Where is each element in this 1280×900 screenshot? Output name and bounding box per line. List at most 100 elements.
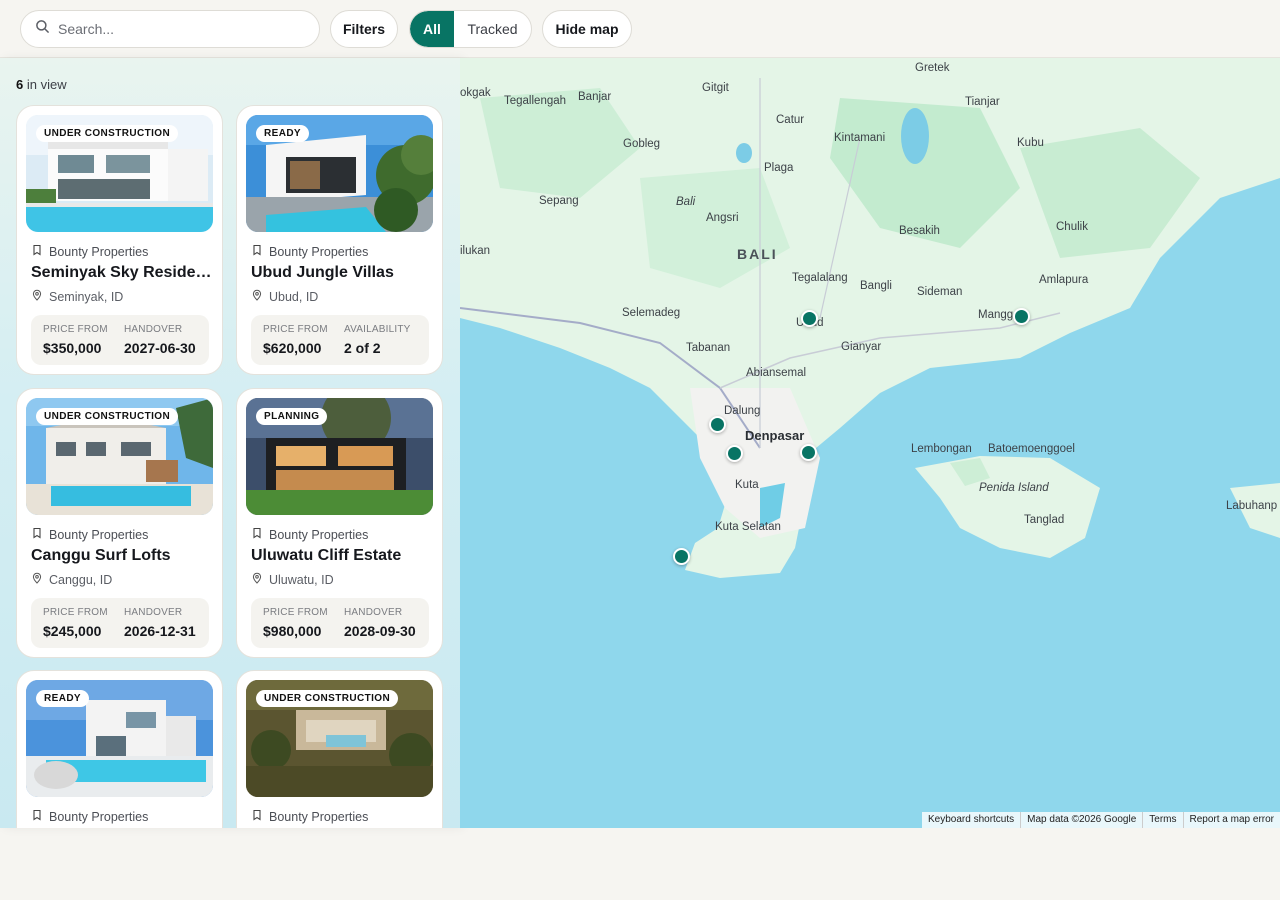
developer: Bounty Properties — [31, 527, 148, 542]
map-label: Batoemoenggoel — [988, 443, 1075, 455]
map-label: Kintamani — [834, 132, 886, 144]
location: Ubud, ID — [251, 289, 318, 304]
map-label: Catur — [776, 114, 805, 126]
bookmark-icon — [31, 809, 43, 824]
map-label: ilukan — [460, 245, 491, 257]
map-label: okgak — [460, 87, 491, 99]
developer-name: Bounty Properties — [269, 809, 369, 824]
map-label: Abiansemal — [746, 367, 807, 379]
map-base — [460, 58, 1280, 828]
map-label: Tianjar — [965, 96, 1000, 108]
map-label: Kubu — [1017, 137, 1044, 149]
map-pin-canggu[interactable] — [709, 416, 726, 433]
map-label: Gretek — [915, 62, 950, 74]
bookmark-icon — [251, 244, 263, 259]
stat-label: PRICE FROM — [263, 324, 328, 335]
map-pin-icon — [31, 572, 43, 587]
developer: Bounty Properties — [31, 244, 148, 259]
bookmark-icon — [31, 244, 43, 259]
status-badge: READY — [36, 690, 90, 707]
stat-label: HANDOVER — [124, 607, 183, 618]
map-attribution: Keyboard shortcuts Map data ©2026 Google… — [921, 812, 1280, 828]
keyboard-shortcuts-link[interactable]: Keyboard shortcuts — [922, 812, 1020, 828]
location-text: Seminyak, ID — [49, 289, 124, 304]
listing-title[interactable]: Seminyak Sky Residences — [31, 264, 213, 282]
stat-label: HANDOVER — [124, 324, 183, 335]
top-toolbar: Filters All Tracked Hide map — [0, 0, 1280, 58]
map-pin-east[interactable] — [1013, 308, 1030, 325]
map-pin-ubud[interactable] — [801, 310, 818, 327]
map-label: Lembongan — [911, 443, 972, 455]
bookmark-icon — [31, 527, 43, 542]
listing-card[interactable]: PLANNING Bounty Properties Uluwatu Cliff… — [236, 388, 443, 658]
results-count-suffix: in view — [26, 77, 67, 92]
map-label: Denpasar — [745, 428, 805, 443]
listing-stats: PRICE FROM $620,000 AVAILABILITY 2 of 2 — [251, 315, 429, 365]
map-pin-sanur[interactable] — [800, 444, 817, 461]
stat-label: PRICE FROM — [263, 607, 328, 618]
status-badge: PLANNING — [256, 408, 328, 425]
bookmark-icon — [251, 527, 263, 542]
map-label: Tegallengah — [504, 95, 567, 107]
listing-stats: PRICE FROM $980,000 HANDOVER 2028-09-30 — [251, 598, 429, 648]
map-label: Angsri — [706, 212, 739, 224]
filters-button[interactable]: Filters — [330, 10, 398, 48]
listing-card[interactable]: READY Bounty Properties Ubud Jungle Vill… — [236, 105, 443, 375]
map-view[interactable]: Gretek Tianjar Kubu Gitgit Catur Kintama… — [460, 58, 1280, 828]
location: Uluwatu, ID — [251, 572, 334, 587]
price-value: $980,000 — [263, 623, 322, 639]
map-label: Amlapura — [1039, 274, 1089, 286]
listing-stats: PRICE FROM $350,000 HANDOVER 2027-06-30 — [31, 315, 209, 365]
developer-name: Bounty Properties — [49, 809, 149, 824]
handover-value: 2027-06-30 — [124, 340, 196, 356]
map-label: Penida Island — [979, 482, 1049, 494]
map-label: Selemadeg — [622, 307, 681, 319]
search-box[interactable] — [20, 10, 320, 48]
map-label: Sideman — [917, 286, 963, 298]
map-pin-uluwatu[interactable] — [673, 548, 690, 565]
developer-name: Bounty Properties — [49, 244, 149, 259]
hide-map-button[interactable]: Hide map — [542, 10, 632, 48]
terms-link[interactable]: Terms — [1142, 812, 1182, 828]
price-value: $245,000 — [43, 623, 102, 639]
listing-title[interactable]: Uluwatu Cliff Estate — [251, 547, 433, 565]
map-label: Gobleg — [623, 138, 661, 150]
location-text: Uluwatu, ID — [269, 572, 334, 587]
map-label: Kuta Selatan — [715, 521, 781, 533]
listing-title[interactable]: Canggu Surf Lofts — [31, 547, 213, 565]
listings-panel[interactable]: 6 in view UNDER CONSTRUCTION Bounty Prop… — [0, 58, 460, 828]
report-error-link[interactable]: Report a map error — [1182, 812, 1280, 828]
map-pin-icon — [31, 289, 43, 304]
developer: Bounty Properties — [251, 527, 368, 542]
map-label: Mangg — [978, 309, 1014, 321]
map-data-text: Map data ©2026 Google — [1020, 812, 1142, 828]
listing-title[interactable]: Ubud Jungle Villas — [251, 264, 433, 282]
listing-card[interactable]: UNDER CONSTRUCTION Bounty Properties Sem… — [16, 105, 223, 375]
map-pin-seminyak[interactable] — [726, 445, 743, 462]
map-label: Banjar — [578, 91, 612, 103]
map-label: Tanglad — [1024, 514, 1065, 526]
map-label: Gianyar — [841, 341, 882, 353]
status-badge: READY — [256, 125, 310, 142]
map-label: Labuhanp — [1226, 500, 1278, 512]
listing-card[interactable]: READY Bounty Properties — [16, 670, 223, 828]
location-text: Canggu, ID — [49, 572, 113, 587]
listing-card[interactable]: UNDER CONSTRUCTION Bounty Properties Can… — [16, 388, 223, 658]
listing-photo: UNDER CONSTRUCTION — [26, 115, 213, 232]
availability-value: 2 of 2 — [344, 340, 381, 356]
location: Canggu, ID — [31, 572, 112, 587]
developer: Bounty Properties — [251, 809, 368, 824]
map-label: Bangli — [860, 280, 892, 292]
developer-name: Bounty Properties — [49, 527, 149, 542]
map-label: Bali — [676, 196, 696, 208]
listing-photo: READY — [246, 115, 433, 232]
segment-tracked[interactable]: Tracked — [454, 11, 531, 47]
segment-all[interactable]: All — [410, 11, 454, 47]
listing-stats: PRICE FROM $245,000 HANDOVER 2026-12-31 — [31, 598, 209, 648]
listing-card[interactable]: UNDER CONSTRUCTION Bounty Properties — [236, 670, 443, 828]
search-input[interactable] — [58, 21, 298, 37]
listing-photo: PLANNING — [246, 398, 433, 515]
map-label: Gitgit — [702, 82, 729, 94]
map-label: Kuta — [735, 479, 759, 491]
location-text: Ubud, ID — [269, 289, 319, 304]
